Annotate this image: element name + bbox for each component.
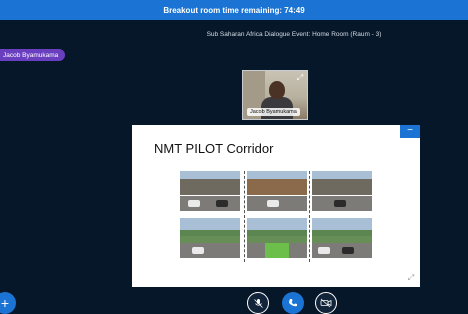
mute-button[interactable] xyxy=(247,292,269,314)
camera-button[interactable] xyxy=(315,292,337,314)
slide-title: NMT PILOT Corridor xyxy=(154,141,274,156)
presentation-slide: − NMT PILOT Corridor ⤢ xyxy=(132,125,420,287)
slide-photo xyxy=(312,171,372,211)
webcam-tile[interactable]: ⤢ Jacob Byamukama xyxy=(242,70,308,120)
minimize-icon[interactable]: − xyxy=(400,125,420,138)
phone-icon xyxy=(289,299,297,307)
meeting-title: Sub Saharan Africa Dialogue Event: Home … xyxy=(206,31,382,38)
presenter-label: Jacob Byamukama xyxy=(0,49,66,61)
slide-divider xyxy=(309,171,311,262)
camera-off-icon xyxy=(320,298,332,308)
slide-photo xyxy=(180,218,240,258)
fullscreen-icon[interactable]: ⤢ xyxy=(406,273,416,283)
slide-photo xyxy=(247,218,307,258)
slide-photo-grid xyxy=(180,171,376,262)
slide-photo xyxy=(312,218,372,258)
webcam-person-head xyxy=(269,81,285,99)
mic-muted-icon xyxy=(253,298,263,308)
slide-divider xyxy=(244,171,246,262)
presenter-name: Jacob Byamukama xyxy=(3,51,59,59)
webcam-name-label: Jacob Byamukama xyxy=(247,108,300,116)
plus-button[interactable]: + xyxy=(0,292,16,314)
expand-icon[interactable]: ⤢ xyxy=(295,73,305,83)
slide-photo xyxy=(247,171,307,211)
breakout-timer-text: Breakout room time remaining: 74:49 xyxy=(163,5,305,15)
plus-icon: + xyxy=(0,295,10,311)
slide-photo xyxy=(180,171,240,211)
breakout-timer-banner: Breakout room time remaining: 74:49 xyxy=(0,0,468,20)
leave-audio-button[interactable] xyxy=(282,292,304,314)
